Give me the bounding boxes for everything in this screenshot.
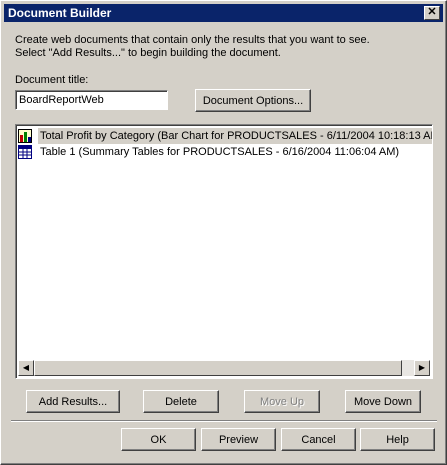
document-builder-dialog: Document Builder ✕ Create web documents … — [0, 0, 447, 465]
separator — [11, 420, 437, 422]
close-button[interactable]: ✕ — [424, 6, 440, 20]
title-bar[interactable]: Document Builder ✕ — [4, 4, 443, 22]
horizontal-scrollbar[interactable]: ◀ ▶ — [18, 360, 430, 376]
document-title-label: Document title: — [15, 74, 89, 86]
intro-line-2: Select "Add Results..." to begin buildin… — [15, 47, 281, 59]
bar-chart-icon — [18, 129, 32, 143]
ok-button[interactable]: OK — [121, 428, 196, 451]
move-down-button[interactable]: Move Down — [345, 390, 421, 413]
list-item-label: Total Profit by Category (Bar Chart for … — [38, 128, 432, 144]
cancel-button[interactable]: Cancel — [281, 428, 356, 451]
add-results-button[interactable]: Add Results... — [26, 390, 120, 413]
intro-text: Create web documents that contain only t… — [15, 34, 370, 60]
document-options-button[interactable]: Document Options... — [195, 89, 311, 112]
arrow-right-icon: ▶ — [418, 363, 426, 372]
document-title-input[interactable]: BoardReportWeb — [15, 90, 168, 110]
help-button[interactable]: Help — [360, 428, 435, 451]
list-item-label: Table 1 (Summary Tables for PRODUCTSALES… — [40, 146, 400, 158]
results-list[interactable]: Total Profit by Category (Bar Chart for … — [15, 124, 433, 379]
scroll-thumb[interactable] — [34, 360, 402, 376]
intro-line-1: Create web documents that contain only t… — [15, 34, 370, 46]
move-up-button[interactable]: Move Up — [244, 390, 320, 413]
dialog-title: Document Builder — [8, 6, 112, 20]
close-icon: ✕ — [427, 6, 437, 18]
scroll-right-button[interactable]: ▶ — [414, 360, 430, 376]
delete-button[interactable]: Delete — [143, 390, 219, 413]
scroll-left-button[interactable]: ◀ — [18, 360, 34, 376]
preview-button[interactable]: Preview — [201, 428, 276, 451]
arrow-left-icon: ◀ — [22, 363, 30, 372]
table-icon — [18, 145, 32, 159]
